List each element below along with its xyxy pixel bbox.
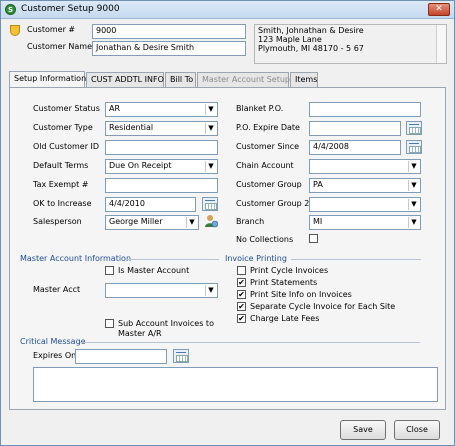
customer-name-field[interactable]: Jonathan & Desire Smith	[92, 41, 246, 56]
salesperson-label: Salesperson	[33, 217, 82, 226]
close-window-button[interactable]: ✕	[428, 3, 450, 16]
shield-icon	[10, 25, 20, 36]
chain-account-label: Chain Account	[236, 161, 294, 170]
print-cycle-invoices-label: Print Cycle Invoices	[250, 266, 329, 275]
customer-group-2-dropdown[interactable]: ▼	[309, 197, 421, 212]
default-terms-label: Default Terms	[33, 161, 89, 170]
po-expire-date-field[interactable]	[309, 121, 401, 136]
tax-exempt-field[interactable]	[105, 178, 218, 193]
ok-to-increase-label: OK to Increase	[33, 199, 92, 208]
chevron-down-icon: ▼	[205, 104, 216, 115]
address-line: Plymouth, MI 48170 - 5 67	[258, 44, 364, 53]
no-collections-label: No Collections	[236, 235, 294, 244]
critical-message-textarea[interactable]	[33, 367, 438, 402]
sub-account-invoices-label-line-2: Master A/R	[118, 329, 162, 338]
address-scrollbar[interactable]	[436, 25, 446, 63]
is-master-account-label: Is Master Account	[118, 266, 190, 275]
separate-cycle-invoice-label: Separate Cycle Invoice for Each Site	[250, 302, 396, 311]
ok-to-increase-field[interactable]: 4/4/2010	[105, 197, 196, 212]
chevron-down-icon: ▼	[408, 161, 419, 172]
is-master-account-checkbox[interactable]	[105, 266, 114, 275]
expires-on-field[interactable]	[75, 349, 167, 364]
section-divider	[291, 259, 421, 260]
po-expire-date-label: P.O. Expire Date	[236, 123, 300, 132]
master-acct-label: Master Acct	[33, 285, 81, 294]
tab-master-account-setup[interactable]: Master Account Setup	[197, 72, 290, 87]
blanket-po-field[interactable]	[309, 102, 421, 117]
chevron-down-icon: ▼	[205, 285, 216, 296]
chevron-down-icon: ▼	[408, 199, 419, 210]
calendar-icon[interactable]	[406, 140, 422, 154]
app-icon: S	[5, 4, 16, 15]
customer-status-value: AR	[109, 104, 121, 113]
tab-items[interactable]: Items	[290, 72, 318, 87]
chevron-down-icon: ▼	[408, 217, 419, 228]
print-statements-checkbox[interactable]: ✔	[237, 278, 246, 287]
tab-bill-to[interactable]: Bill To	[165, 72, 196, 87]
print-cycle-invoices-checkbox[interactable]	[237, 266, 246, 275]
tab-setup-information[interactable]: Setup Information	[9, 71, 86, 88]
salesperson-lookup-icon[interactable]	[204, 214, 218, 228]
calendar-icon[interactable]	[202, 197, 218, 211]
print-site-info-checkbox[interactable]: ✔	[237, 290, 246, 299]
no-collections-checkbox[interactable]	[309, 234, 318, 243]
charge-late-fees-label: Charge Late Fees	[250, 314, 320, 323]
customer-since-field[interactable]: 4/4/2008	[309, 140, 401, 155]
chevron-down-icon: ▼	[408, 180, 419, 191]
tax-exempt-label: Tax Exempt #	[33, 180, 89, 189]
window-title: Customer Setup 9000	[21, 4, 120, 14]
charge-late-fees-checkbox[interactable]: ✔	[237, 314, 246, 323]
branch-dropdown[interactable]: MI ▼	[309, 215, 421, 230]
customer-setup-window: S Customer Setup 9000 ✕ Customer # 9000 …	[0, 0, 455, 446]
address-line: 123 Maple Lane	[258, 35, 322, 44]
section-divider	[80, 342, 420, 343]
customer-group-label: Customer Group	[236, 180, 302, 189]
sub-account-invoices-label: Sub Account Invoices to	[118, 319, 214, 328]
master-account-section-title: Master Account Information	[20, 254, 132, 263]
customer-num-field[interactable]: 9000	[92, 24, 246, 39]
address-line: Smith, Johnathan & Desire	[258, 26, 364, 35]
print-statements-label: Print Statements	[250, 278, 318, 287]
customer-group-value: PA	[313, 180, 323, 189]
chevron-down-icon: ▼	[205, 123, 216, 134]
chevron-down-icon: ▼	[205, 161, 216, 172]
print-site-info-label: Print Site Info on Invoices	[250, 290, 352, 299]
sub-account-invoices-checkbox[interactable]	[105, 319, 114, 328]
section-divider	[127, 259, 219, 260]
chevron-down-icon: ▼	[186, 217, 197, 228]
invoice-printing-section-title: Invoice Printing	[225, 254, 287, 263]
title-bar[interactable]: S Customer Setup 9000 ✕	[1, 1, 454, 19]
salesperson-dropdown[interactable]: George Miller ▼	[105, 215, 199, 230]
tab-cust-addtl-info[interactable]: CUST ADDTL INFO	[86, 72, 164, 87]
salesperson-value: George Miller	[109, 217, 163, 226]
calendar-icon[interactable]	[406, 121, 422, 135]
close-button[interactable]: Close	[394, 420, 440, 440]
address-box: Smith, Johnathan & Desire 123 Maple Lane…	[254, 24, 447, 64]
customer-group-dropdown[interactable]: PA ▼	[309, 178, 421, 193]
calendar-icon[interactable]	[173, 349, 189, 363]
customer-type-dropdown[interactable]: Residential ▼	[105, 121, 218, 136]
old-customer-id-field[interactable]	[105, 140, 218, 155]
master-acct-dropdown[interactable]: ▼	[105, 283, 218, 298]
save-button[interactable]: Save	[340, 420, 386, 440]
expires-on-label: Expires On	[33, 351, 77, 360]
customer-num-label: Customer #	[27, 25, 76, 34]
customer-type-value: Residential	[109, 123, 154, 132]
customer-name-label: Customer Name	[27, 42, 93, 51]
customer-group-2-label: Customer Group 2	[236, 199, 310, 208]
separate-cycle-invoice-checkbox[interactable]: ✔	[237, 302, 246, 311]
customer-status-dropdown[interactable]: AR ▼	[105, 102, 218, 117]
critical-message-section-title: Critical Message	[20, 337, 86, 346]
customer-type-label: Customer Type	[33, 123, 93, 132]
customer-status-label: Customer Status	[33, 104, 100, 113]
old-customer-id-label: Old Customer ID	[33, 142, 100, 151]
chain-account-dropdown[interactable]: ▼	[309, 159, 421, 174]
default-terms-value: Due On Receipt	[109, 161, 172, 170]
blanket-po-label: Blanket P.O.	[236, 104, 284, 113]
branch-label: Branch	[236, 217, 265, 226]
branch-value: MI	[313, 217, 323, 226]
default-terms-dropdown[interactable]: Due On Receipt ▼	[105, 159, 218, 174]
customer-since-label: Customer Since	[236, 142, 300, 151]
